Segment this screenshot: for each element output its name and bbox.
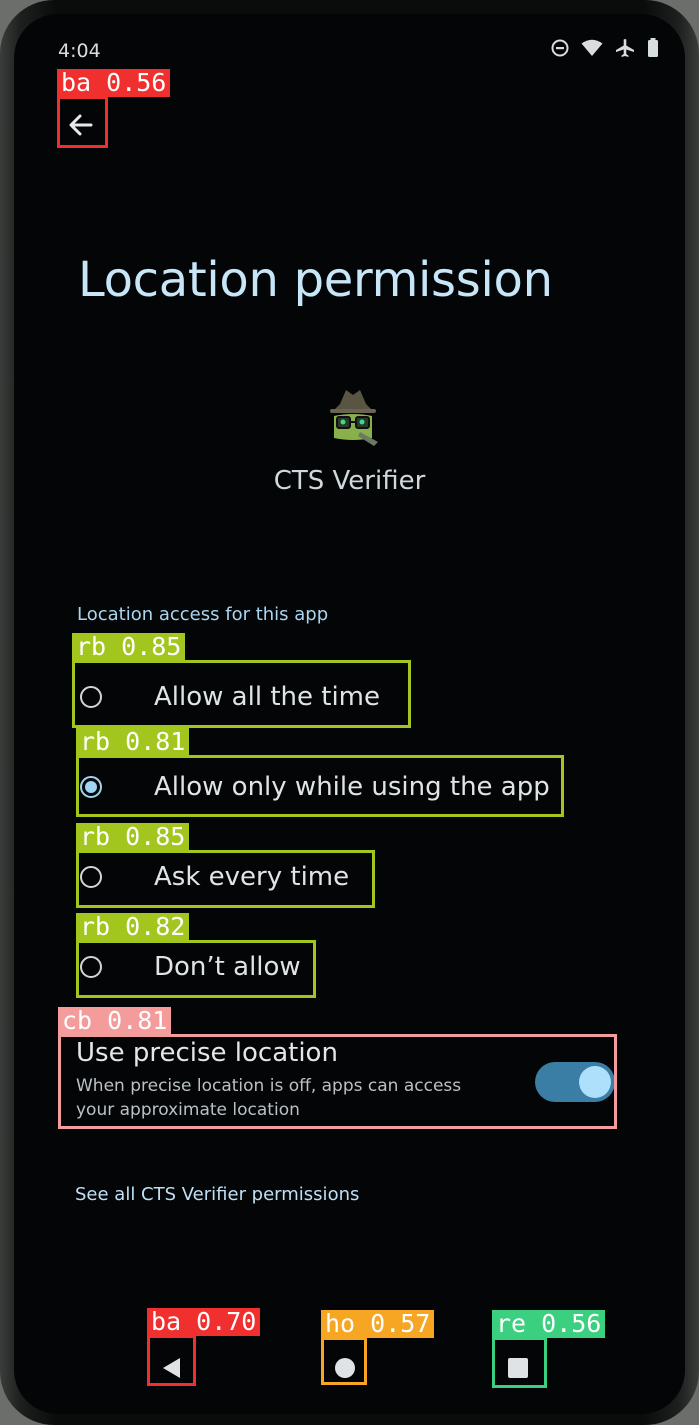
screen: 4:04 Location permission CTS Verifier Lo… — [14, 14, 685, 1414]
section-label: Location access for this app — [77, 604, 329, 625]
radio-button-selected[interactable] — [80, 776, 102, 798]
nav-home-button[interactable] — [323, 1346, 367, 1390]
toggle-knob — [579, 1066, 611, 1098]
radio-ask-every-time[interactable]: Ask every time — [80, 847, 349, 907]
square-recents-icon — [508, 1358, 528, 1378]
app-name: CTS Verifier — [273, 466, 426, 496]
page-title: Location permission — [78, 252, 553, 308]
do-not-disturb-icon — [551, 39, 569, 61]
radio-allow-while-using[interactable]: Allow only while using the app — [80, 757, 550, 817]
precise-location-description: When precise location is off, apps can a… — [76, 1076, 462, 1120]
arrow-left-icon — [69, 114, 93, 136]
phone-frame: 4:04 Location permission CTS Verifier Lo… — [0, 0, 699, 1425]
radio-dont-allow[interactable]: Don’t allow — [80, 937, 301, 997]
battery-icon — [647, 38, 659, 62]
back-button[interactable] — [60, 104, 102, 146]
radio-allow-all-the-time[interactable]: Allow all the time — [80, 667, 380, 727]
nav-recents-button[interactable] — [496, 1346, 540, 1390]
precise-location-toggle[interactable] — [535, 1062, 615, 1102]
precise-location-title: Use precise location — [76, 1038, 338, 1068]
triangle-back-icon — [163, 1358, 180, 1378]
radio-button[interactable] — [80, 866, 102, 888]
radio-label: Allow all the time — [154, 682, 380, 712]
radio-label: Ask every time — [154, 862, 350, 892]
status-time: 4:04 — [58, 40, 101, 62]
see-all-permissions-link[interactable]: See all CTS Verifier permissions — [75, 1184, 359, 1205]
cts-verifier-android-icon — [320, 382, 386, 448]
circle-home-icon — [335, 1358, 355, 1378]
radio-label: Don’t allow — [154, 952, 301, 982]
radio-button[interactable] — [80, 956, 102, 978]
radio-label: Allow only while using the app — [154, 772, 550, 802]
radio-dot — [85, 781, 97, 793]
wifi-icon — [581, 39, 603, 61]
status-icons — [551, 38, 659, 62]
airplane-icon — [615, 38, 635, 62]
radio-button[interactable] — [80, 686, 102, 708]
nav-back-button[interactable] — [150, 1346, 194, 1390]
